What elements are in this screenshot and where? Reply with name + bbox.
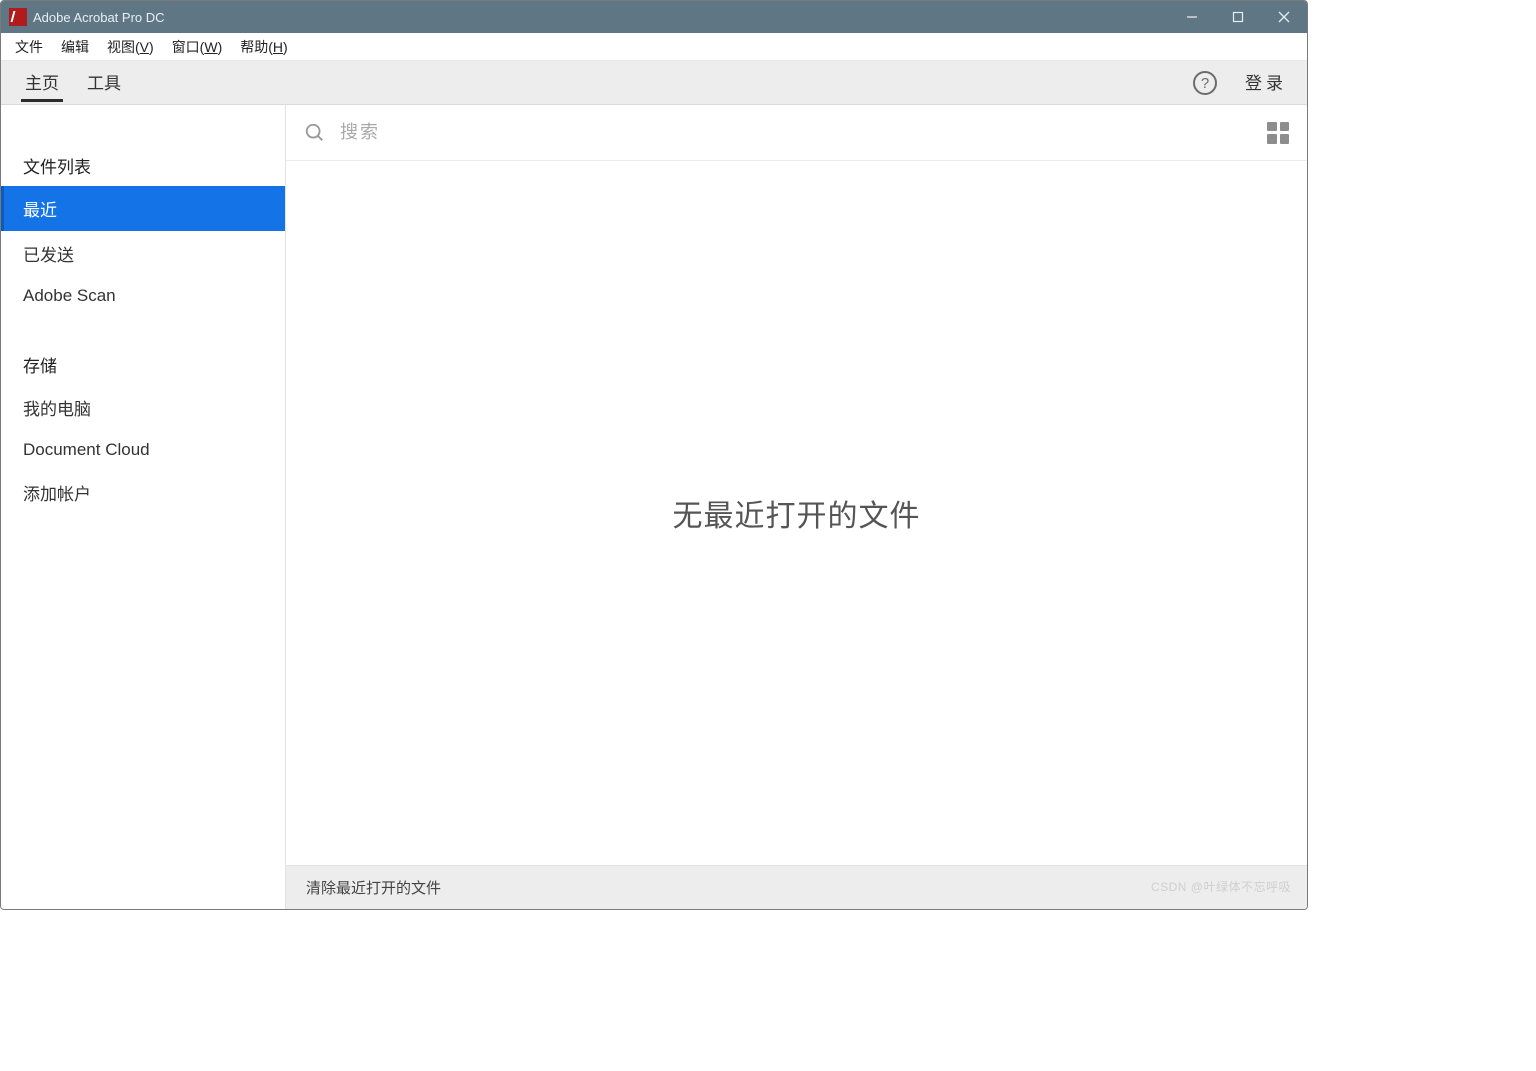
main-area: 无最近打开的文件 清除最近打开的文件	[286, 105, 1307, 909]
help-icon[interactable]: ?	[1193, 71, 1217, 95]
grid-view-icon[interactable]	[1267, 122, 1289, 144]
sidebar-item-sent[interactable]: 已发送	[1, 231, 285, 276]
close-icon	[1278, 11, 1290, 23]
tab-home[interactable]: 主页	[11, 61, 73, 104]
maximize-button[interactable]	[1215, 1, 1261, 33]
footer-bar: 清除最近打开的文件	[286, 865, 1307, 909]
menu-help[interactable]: 帮助(H)	[232, 35, 295, 59]
menu-window[interactable]: 窗口(W)	[164, 35, 231, 59]
sidebar-section-files: 文件列表	[1, 145, 285, 186]
search-bar	[286, 105, 1307, 161]
maximize-icon	[1232, 11, 1244, 23]
app-window: Adobe Acrobat Pro DC 文件 编辑 视图(V) 窗口(W) 帮…	[0, 0, 1308, 910]
tabs-bar: 主页 工具 ? 登录	[1, 61, 1307, 105]
menu-edit[interactable]: 编辑	[53, 35, 97, 59]
close-button[interactable]	[1261, 1, 1307, 33]
minimize-button[interactable]	[1169, 1, 1215, 33]
sidebar-item-add-account[interactable]: 添加帐户	[1, 470, 285, 515]
clear-recent-link[interactable]: 清除最近打开的文件	[306, 877, 441, 898]
sidebar-item-adobe-scan[interactable]: Adobe Scan	[1, 276, 285, 316]
tab-tools[interactable]: 工具	[73, 61, 135, 104]
titlebar: Adobe Acrobat Pro DC	[1, 1, 1307, 33]
content-area: 无最近打开的文件	[286, 161, 1307, 865]
sidebar-item-mycomputer[interactable]: 我的电脑	[1, 385, 285, 430]
menu-view[interactable]: 视图(V)	[99, 35, 162, 59]
login-button[interactable]: 登录	[1235, 69, 1297, 104]
menubar: 文件 编辑 视图(V) 窗口(W) 帮助(H)	[1, 33, 1307, 61]
search-input[interactable]	[340, 122, 1267, 143]
app-icon	[9, 8, 27, 26]
menu-file[interactable]: 文件	[7, 35, 51, 59]
empty-state-text: 无最近打开的文件	[673, 491, 921, 535]
search-icon	[304, 122, 326, 144]
minimize-icon	[1186, 11, 1198, 23]
window-title: Adobe Acrobat Pro DC	[33, 10, 165, 25]
sidebar-section-storage: 存储	[1, 344, 285, 385]
sidebar-item-document-cloud[interactable]: Document Cloud	[1, 430, 285, 470]
sidebar: 文件列表 最近 已发送 Adobe Scan 存储 我的电脑 Document …	[1, 105, 286, 909]
body: 文件列表 最近 已发送 Adobe Scan 存储 我的电脑 Document …	[1, 105, 1307, 909]
sidebar-item-recent[interactable]: 最近	[1, 186, 285, 231]
